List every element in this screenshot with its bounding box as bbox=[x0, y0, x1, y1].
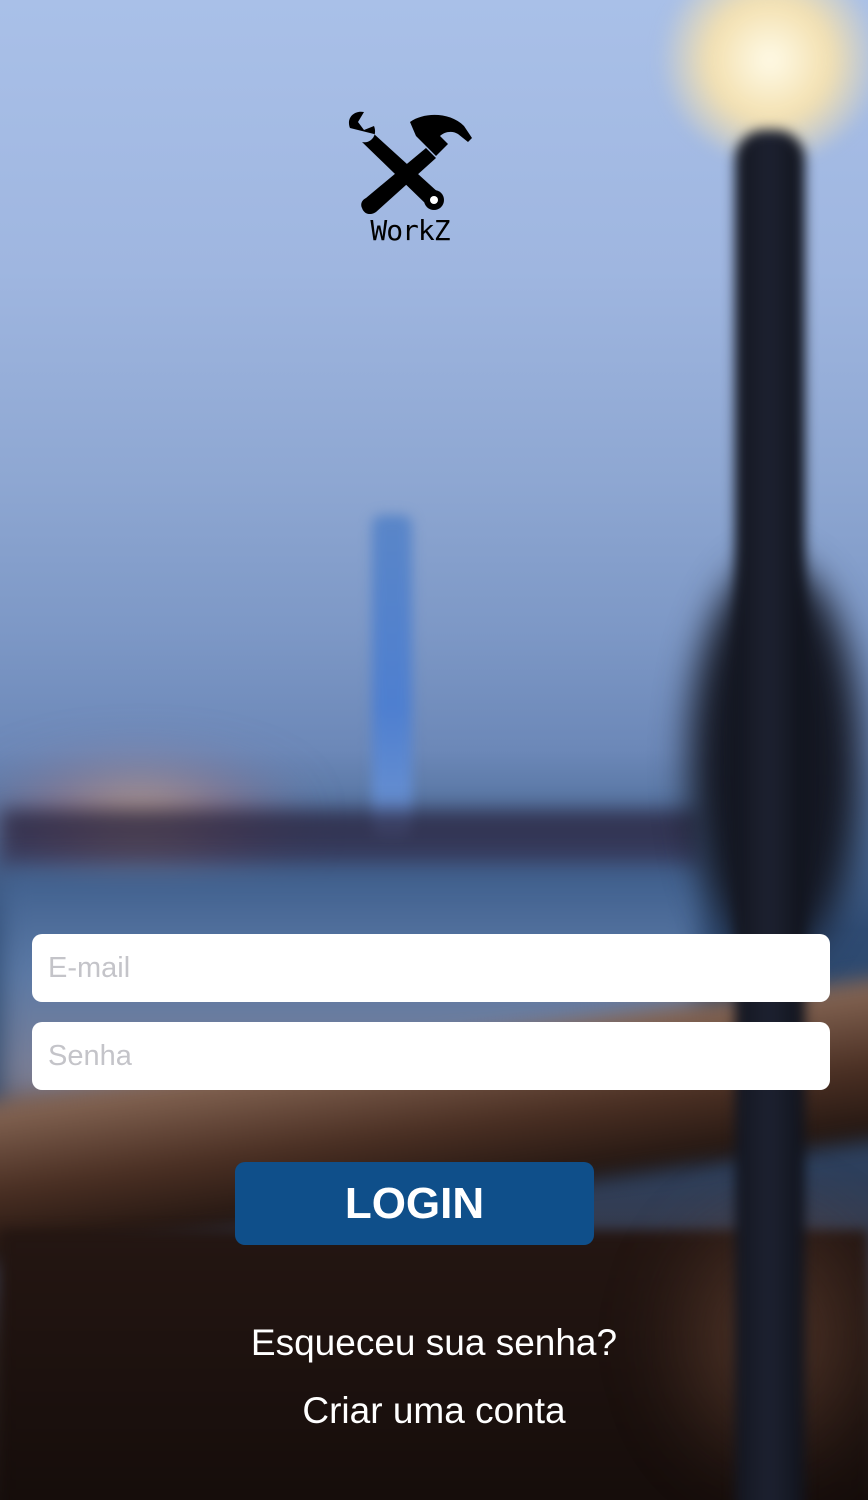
login-button[interactable]: LOGIN bbox=[235, 1162, 594, 1245]
background-bridge bbox=[0, 810, 700, 870]
wrench-hammer-icon bbox=[348, 111, 472, 214]
forgot-password-link[interactable]: Esqueceu sua senha? bbox=[0, 1322, 868, 1364]
password-input[interactable] bbox=[32, 1022, 830, 1090]
lamp-post bbox=[735, 130, 805, 1500]
app-name: WorkZ bbox=[370, 214, 450, 247]
background-tower bbox=[372, 515, 412, 835]
app-logo: WorkZ bbox=[340, 108, 480, 250]
create-account-link[interactable]: Criar uma conta bbox=[0, 1390, 868, 1432]
email-input[interactable] bbox=[32, 934, 830, 1002]
